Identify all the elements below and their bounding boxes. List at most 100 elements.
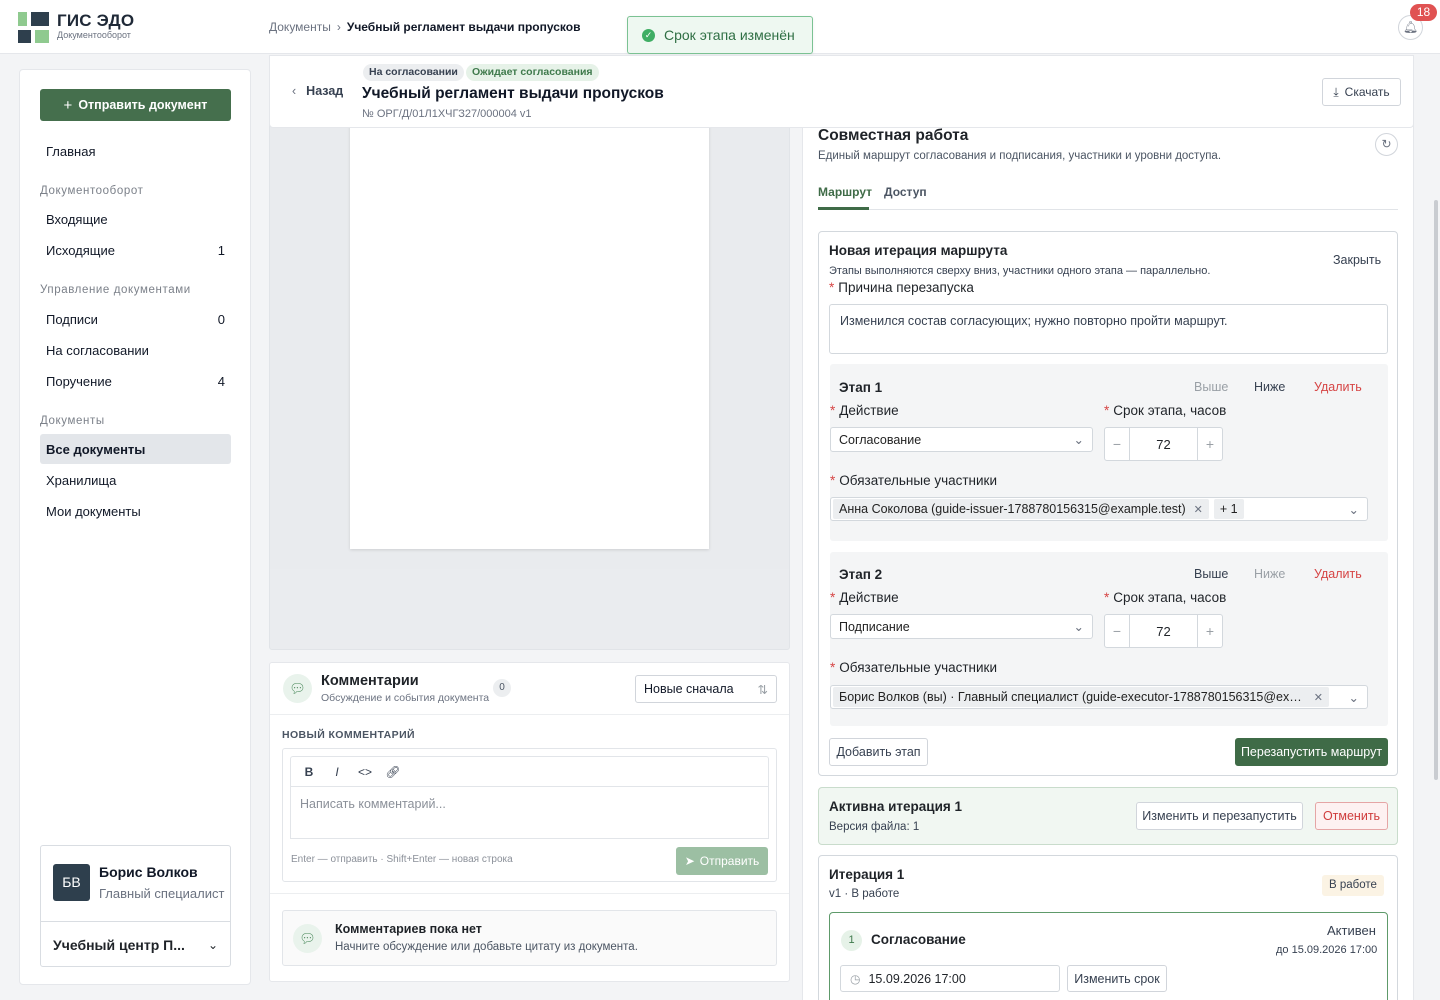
stage-delete-button[interactable]: Удалить <box>1314 380 1362 394</box>
action-select[interactable]: Согласование ⌄ <box>830 427 1093 452</box>
sidebar-item-label: Подписи <box>46 311 98 327</box>
download-button[interactable]: ⤓ Скачать <box>1322 78 1401 106</box>
link-icon[interactable]: 🔗︎ <box>379 761 407 783</box>
document-header: ‹ Назад На согласовании Ожидает согласов… <box>269 55 1414 128</box>
brand-title: ГИС ЭДО <box>57 11 135 30</box>
hours-value[interactable]: 72 <box>1129 428 1198 460</box>
change-deadline-button[interactable]: Изменить срок <box>1067 965 1167 992</box>
chevron-down-icon: ⌄ <box>1073 433 1084 447</box>
empty-title: Комментариев пока нет <box>335 922 482 936</box>
sidebar-item-storages[interactable]: Хранилища <box>40 465 231 495</box>
send-comment-button[interactable]: ➤ Отправить <box>676 847 768 875</box>
send-document-button[interactable]: + Отправить документ <box>40 89 231 121</box>
sidebar-item-count: 4 <box>217 373 225 389</box>
hours-value[interactable]: 72 <box>1129 615 1198 647</box>
action-select[interactable]: Подписание ⌄ <box>830 614 1093 639</box>
sidebar-item-assignments[interactable]: Поручение 4 <box>40 366 231 396</box>
stage-card: Этап 1 Выше Ниже Удалить * Действие * Срок… <box>830 364 1388 541</box>
sidebar-item-home[interactable]: Главная <box>40 136 231 166</box>
sidebar-section-documents: Документы <box>40 415 105 427</box>
sidebar-item-label: Хранилища <box>46 472 117 488</box>
stage-down-button[interactable]: Ниже <box>1254 380 1285 394</box>
close-icon[interactable]: ✕ <box>1194 503 1203 516</box>
hours-stepper[interactable]: − 72 + <box>1104 614 1223 648</box>
iteration-subtitle: v1 · В работе <box>829 888 900 900</box>
action-label-text: Действие <box>839 590 899 605</box>
participants-label-text: Обязательные участники <box>839 660 998 675</box>
sidebar-item-approval[interactable]: На согласовании <box>40 335 231 365</box>
sidebar: + Отправить документ Главная Документооб… <box>19 69 251 985</box>
minus-icon[interactable]: − <box>1105 428 1129 460</box>
stage-up-button[interactable]: Выше <box>1194 567 1228 581</box>
participant-chip: Анна Соколова (guide-issuer-178878015631… <box>833 499 1209 519</box>
comment-input[interactable]: Написать комментарий... <box>290 786 769 839</box>
stage-down-button[interactable]: Ниже <box>1254 567 1285 581</box>
chat-icon: 💬︎ <box>293 924 322 953</box>
sidebar-item-incoming[interactable]: Входящие <box>40 204 231 234</box>
document-viewer <box>269 120 790 650</box>
reason-textarea[interactable]: Изменился состав согласующих; нужно повт… <box>829 304 1388 354</box>
org-switcher[interactable]: Учебный центр П... ⌄ <box>41 921 230 967</box>
comments-panel: 💬︎ Комментарии Обсуждение и события доку… <box>269 662 790 982</box>
participant-chip: Борис Волков (вы) · Главный специалист (… <box>833 687 1329 707</box>
date-value: 15.09.2026 17:00 <box>868 971 966 986</box>
deadline-label-text: Срок этапа, часов <box>1113 590 1227 605</box>
editor-hint: Enter — отправить · Shift+Enter — новая … <box>291 854 513 865</box>
toast: ✓ Срок этапа изменён <box>627 16 813 54</box>
restart-route-button[interactable]: Перезапустить маршрут <box>1235 738 1388 766</box>
refresh-icon[interactable]: ↻ <box>1375 133 1398 156</box>
close-button[interactable]: Закрыть <box>1333 253 1381 267</box>
minus-icon[interactable]: − <box>1105 615 1129 647</box>
plus-icon[interactable]: + <box>1198 428 1222 460</box>
stage-delete-button[interactable]: Удалить <box>1314 567 1362 581</box>
italic-icon[interactable]: I <box>323 761 351 783</box>
participants-select[interactable]: Борис Волков (вы) · Главный специалист (… <box>830 685 1368 709</box>
close-icon[interactable]: ✕ <box>1314 691 1323 704</box>
add-stage-button[interactable]: Добавить этап <box>829 738 928 766</box>
bold-icon[interactable]: B <box>295 761 323 783</box>
notifications-badge: 18 <box>1410 4 1437 21</box>
sort-value: Новые сначала <box>644 682 734 696</box>
comments-sort-select[interactable]: Новые сначала ⇅ <box>635 675 777 703</box>
send-comment-label: Отправить <box>699 854 760 868</box>
deadline-label: * Срок этапа, часов <box>1104 403 1227 418</box>
sidebar-item-outgoing[interactable]: Исходящие 1 <box>40 235 231 265</box>
breadcrumb-root[interactable]: Документы <box>269 20 331 34</box>
action-value: Подписание <box>839 619 910 634</box>
reason-label: * Причина перезапуска <box>829 280 974 295</box>
code-icon[interactable]: <> <box>351 761 379 783</box>
sidebar-item-label: Все документы <box>46 441 146 457</box>
document-title: Учебный регламент выдачи пропусков <box>362 85 664 102</box>
comments-empty-state: 💬︎ Комментариев пока нет Начните обсужде… <box>282 910 777 966</box>
comments-title: Комментарии <box>321 673 419 689</box>
collab-title: Совместная работа <box>818 127 969 144</box>
scrollbar[interactable] <box>1434 200 1438 780</box>
collab-subtitle: Единый маршрут согласования и подписания… <box>818 150 1222 162</box>
download-label: Скачать <box>1344 85 1390 99</box>
cancel-button[interactable]: Отменить <box>1315 802 1388 830</box>
plus-icon[interactable]: + <box>1198 615 1222 647</box>
tab-route[interactable]: Маршрут <box>818 185 872 199</box>
back-button[interactable]: ‹ Назад <box>292 84 343 98</box>
hours-stepper[interactable]: − 72 + <box>1104 427 1223 461</box>
sidebar-item-signatures[interactable]: Подписи 0 <box>40 304 231 334</box>
stage-up-button[interactable]: Выше <box>1194 380 1228 394</box>
sidebar-item-all-documents[interactable]: Все документы <box>40 434 231 464</box>
active-stage-card: 1 Согласование Активен до 15.09.2026 17:… <box>829 912 1388 1000</box>
participants-label: * Обязательные участники <box>830 473 998 488</box>
brand-subtitle: Документооборот <box>57 30 131 40</box>
status-badge: На согласовании <box>363 64 464 81</box>
more-participants-chip: + 1 <box>1213 499 1244 519</box>
divider <box>270 893 789 894</box>
chevron-down-icon: ⌄ <box>1348 690 1359 705</box>
sidebar-item-my-documents[interactable]: Мои документы <box>40 496 231 526</box>
date-input[interactable]: ◷ 15.09.2026 17:00 <box>840 965 1060 992</box>
action-label-text: Действие <box>839 403 899 418</box>
change-restart-button[interactable]: Изменить и перезапустить <box>1136 802 1303 830</box>
sidebar-item-label: Поручение <box>46 373 112 389</box>
action-label: * Действие <box>830 590 899 605</box>
file-version: Версия файла: 1 <box>829 821 920 833</box>
tab-access[interactable]: Доступ <box>884 185 927 199</box>
sidebar-item-label: Исходящие <box>46 242 115 258</box>
participants-select[interactable]: Анна Соколова (guide-issuer-178878015631… <box>830 497 1368 521</box>
